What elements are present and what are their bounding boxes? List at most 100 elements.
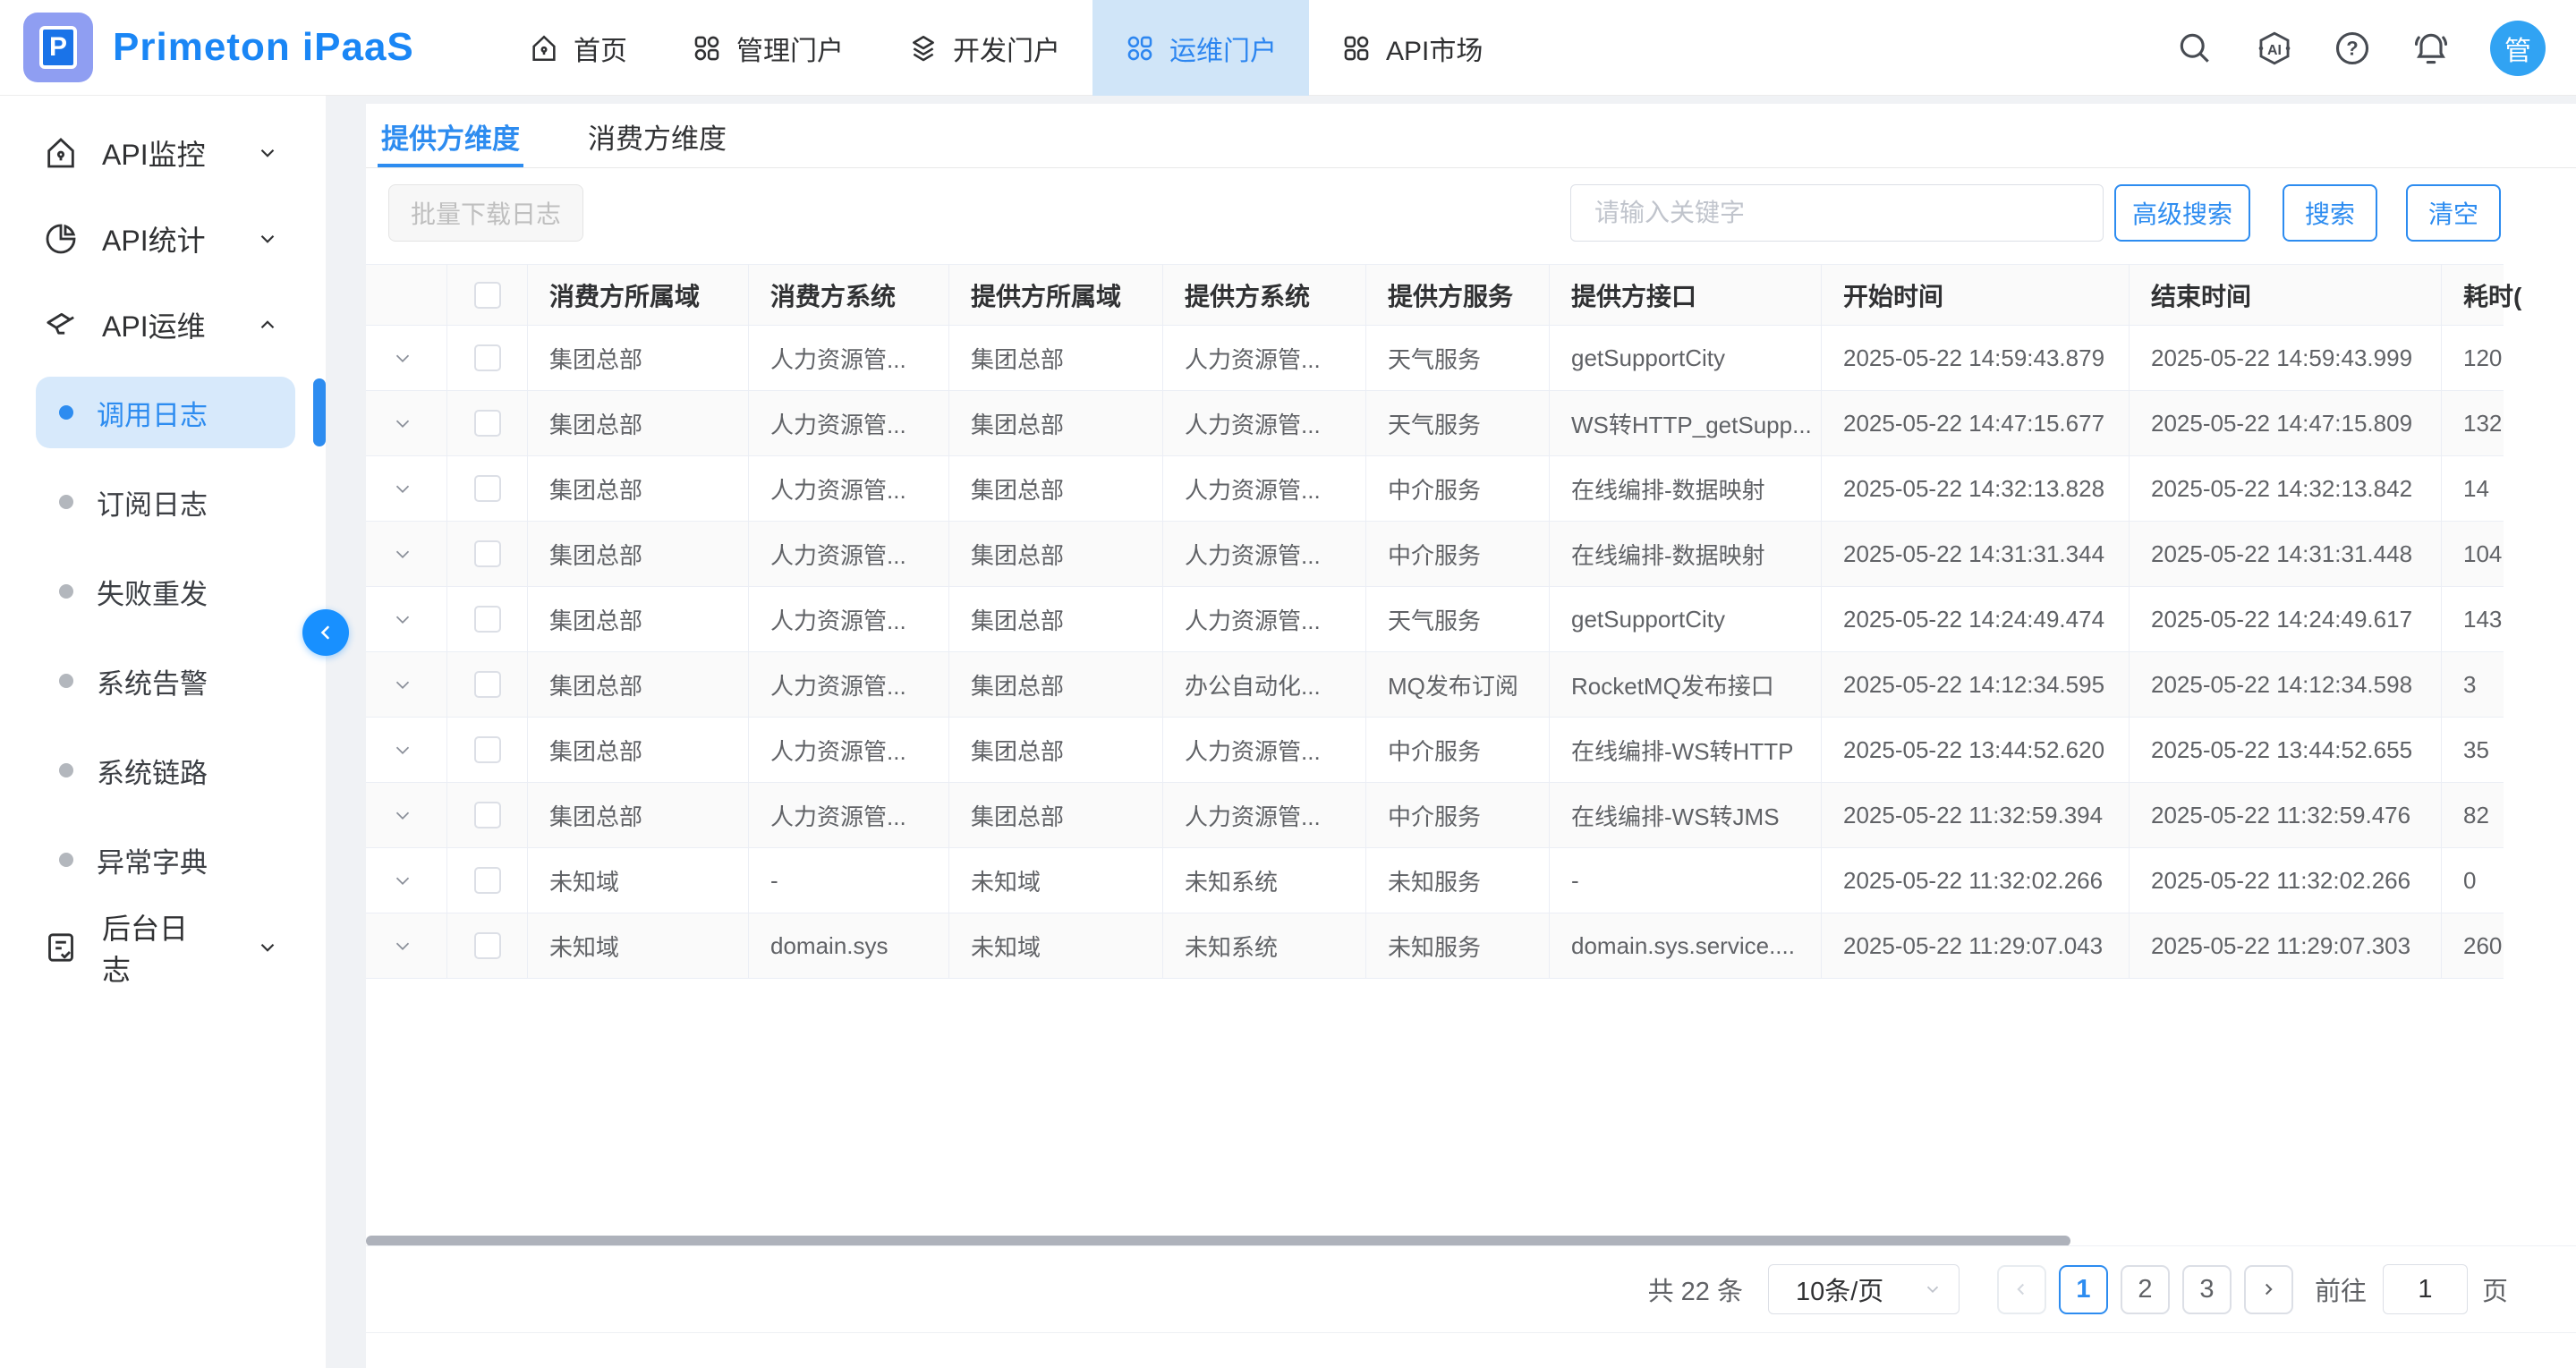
- cell-col-9: 35: [2442, 718, 2522, 782]
- nav-item-api-market[interactable]: API市场: [1309, 0, 1515, 96]
- cell-col-1: 集团总部: [528, 522, 749, 586]
- expand-row-button[interactable]: [391, 673, 414, 696]
- row-expand-cell: [366, 718, 447, 782]
- notification-bell-icon[interactable]: [2411, 29, 2451, 68]
- cell-col-4: 人力资源管...: [1163, 718, 1366, 782]
- sidebar-item-system-alert[interactable]: 系统告警: [0, 636, 326, 726]
- chevron-right-icon: [2258, 1279, 2278, 1299]
- row-checkbox[interactable]: [474, 802, 501, 828]
- row-checkbox[interactable]: [474, 410, 501, 437]
- expand-row-button[interactable]: [391, 934, 414, 957]
- sidebar-item-subscribe-log[interactable]: 订阅日志: [0, 457, 326, 547]
- cell-col-7: 2025-05-22 14:47:15.677: [1822, 391, 2130, 455]
- row-checkbox[interactable]: [474, 606, 501, 633]
- row-checkbox[interactable]: [474, 867, 501, 894]
- page-button-1[interactable]: 1: [2059, 1265, 2108, 1314]
- bullet-dot-icon: [59, 853, 73, 867]
- nav-item-ops-portal[interactable]: 运维门户: [1092, 0, 1309, 96]
- tab-consumer-dimension[interactable]: 消费方维度: [584, 104, 730, 168]
- clear-button[interactable]: 清空: [2406, 184, 2501, 242]
- expand-row-button[interactable]: [391, 412, 414, 435]
- pie-chart-icon: [43, 221, 79, 257]
- row-expand-cell: [366, 848, 447, 913]
- batch-download-button[interactable]: 批量下载日志: [388, 184, 583, 242]
- expand-row-button[interactable]: [391, 477, 414, 500]
- cell-col-5: 天气服务: [1366, 587, 1550, 651]
- prev-page-button[interactable]: [1997, 1265, 2046, 1314]
- cell-col-7: 2025-05-22 14:59:43.879: [1822, 326, 2130, 390]
- sidebar-item-system-trace[interactable]: 系统链路: [0, 726, 326, 815]
- row-checkbox[interactable]: [474, 344, 501, 371]
- cell-col-8: 2025-05-22 11:29:07.303: [2130, 913, 2442, 978]
- row-checkbox[interactable]: [474, 932, 501, 959]
- sidebar-item-api-stats[interactable]: API统计: [0, 196, 326, 282]
- select-all-checkbox[interactable]: [474, 282, 501, 309]
- table-row: 未知域-未知域未知系统未知服务-2025-05-22 11:32:02.2662…: [366, 848, 2504, 913]
- chevron-up-icon: [256, 313, 279, 336]
- column-header-4: 提供方系统: [1163, 265, 1366, 325]
- cell-col-6: RocketMQ发布接口: [1550, 652, 1822, 717]
- goto-page-input[interactable]: [2383, 1264, 2468, 1314]
- expand-row-button[interactable]: [391, 542, 414, 565]
- sidebar-item-exception-dict[interactable]: 异常字典: [0, 815, 326, 905]
- user-avatar[interactable]: 管: [2490, 21, 2546, 76]
- next-page-button[interactable]: [2244, 1265, 2293, 1314]
- call-log-table: 消费方所属域消费方系统提供方所属域提供方系统提供方服务提供方接口开始时间结束时间…: [366, 264, 2504, 979]
- cell-col-7: 2025-05-22 11:29:07.043: [1822, 913, 2130, 978]
- nav-item-home[interactable]: 首页: [497, 0, 659, 96]
- expand-row-button[interactable]: [391, 869, 414, 892]
- cell-col-7: 2025-05-22 13:44:52.620: [1822, 718, 2130, 782]
- advanced-search-button[interactable]: 高级搜索: [2114, 184, 2250, 242]
- search-icon[interactable]: [2175, 29, 2215, 68]
- ai-assistant-icon[interactable]: AI: [2254, 29, 2293, 68]
- sidebar-item-failure-resend[interactable]: 失败重发: [0, 547, 326, 636]
- home-icon: [43, 135, 79, 171]
- page-button-2[interactable]: 2: [2121, 1265, 2170, 1314]
- cell-col-5: 中介服务: [1366, 783, 1550, 847]
- row-checkbox[interactable]: [474, 736, 501, 763]
- sidebar-item-backend-log[interactable]: 后台日志: [0, 905, 326, 990]
- sidebar-item-api-ops[interactable]: API运维: [0, 282, 326, 368]
- nav-item-admin-portal[interactable]: 管理门户: [659, 0, 876, 96]
- bullet-dot-icon: [59, 763, 73, 777]
- app-logo-icon: P: [23, 13, 93, 82]
- bullet-dot-icon: [59, 584, 73, 599]
- help-icon[interactable]: ?: [2333, 29, 2372, 68]
- sidebar-item-api-monitor[interactable]: API监控: [0, 110, 326, 196]
- page-button-3[interactable]: 3: [2182, 1265, 2232, 1314]
- nav-item-dev-portal[interactable]: 开发门户: [876, 0, 1092, 96]
- total-count: 共 22 条: [1648, 1270, 1743, 1308]
- expand-row-button[interactable]: [391, 346, 414, 370]
- brand: P Primeton iPaaS: [23, 13, 414, 82]
- tab-provider-dimension[interactable]: 提供方维度: [378, 104, 523, 168]
- cell-col-3: 未知域: [949, 848, 1163, 913]
- expand-row-button[interactable]: [391, 738, 414, 761]
- row-checkbox[interactable]: [474, 540, 501, 567]
- cell-col-7: 2025-05-22 14:31:31.344: [1822, 522, 2130, 586]
- cell-col-7: 2025-05-22 11:32:59.394: [1822, 783, 2130, 847]
- cell-col-5: 天气服务: [1366, 326, 1550, 390]
- row-checkbox[interactable]: [474, 475, 501, 502]
- table-row: 集团总部人力资源管...集团总部人力资源管...中介服务在线编排-WS转JMS2…: [366, 783, 2504, 848]
- column-header-7: 开始时间: [1822, 265, 2130, 325]
- chevron-down-icon: [256, 141, 279, 165]
- cell-col-6: domain.sys.service....: [1550, 913, 1822, 978]
- home-icon: [529, 33, 559, 64]
- cell-col-8: 2025-05-22 14:47:15.809: [2130, 391, 2442, 455]
- search-button[interactable]: 搜索: [2283, 184, 2377, 242]
- expand-row-button[interactable]: [391, 608, 414, 631]
- row-checkbox-cell: [447, 913, 528, 978]
- dimension-tabs: 提供方维度 消费方维度: [378, 104, 730, 168]
- row-expand-cell: [366, 652, 447, 717]
- sidebar-item-call-log[interactable]: 调用日志: [0, 368, 326, 457]
- column-header-8: 结束时间: [2130, 265, 2442, 325]
- keyword-input[interactable]: [1570, 184, 2104, 242]
- cell-col-5: 中介服务: [1366, 456, 1550, 521]
- column-header-3: 提供方所属域: [949, 265, 1163, 325]
- cell-col-8: 2025-05-22 13:44:52.655: [2130, 718, 2442, 782]
- sidebar-collapse-button[interactable]: [302, 609, 349, 656]
- row-checkbox-cell: [447, 848, 528, 913]
- page-size-select[interactable]: 10条/页: [1768, 1264, 1960, 1314]
- expand-row-button[interactable]: [391, 803, 414, 827]
- row-checkbox[interactable]: [474, 671, 501, 698]
